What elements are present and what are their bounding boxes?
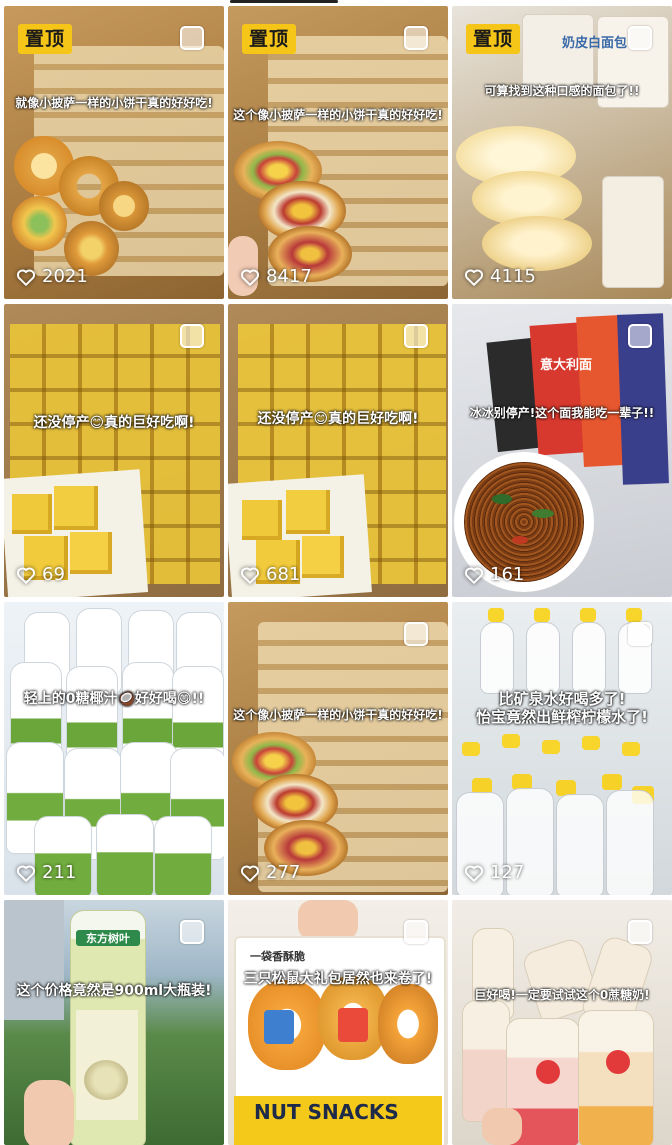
post-caption: 这个像小披萨一样的小饼干真的好好吃!	[233, 108, 443, 122]
heart-outline-icon	[464, 865, 484, 882]
post-card[interactable]: 意大利面 冰冰别停产!这个面我能吃一辈子!! 161	[452, 304, 672, 597]
heart-outline-icon	[240, 865, 260, 882]
post-card[interactable]: 轻上的0糖椰汁🥥好好喝😋!! 211	[4, 602, 224, 895]
product-label: 意大利面	[540, 358, 593, 373]
select-checkbox-icon[interactable]	[180, 324, 204, 348]
select-checkbox-icon[interactable]	[404, 26, 428, 50]
post-caption: 三只松鼠大礼包居然也来卷了!	[243, 971, 433, 987]
post-caption: 就像小披萨一样的小饼干真的好好吃!	[15, 96, 213, 110]
like-count[interactable]: 277	[240, 862, 300, 883]
post-card[interactable]: 东方树叶 这个价格竟然是900ml大瓶装!	[4, 900, 224, 1145]
post-caption: 这个价格竟然是900ml大瓶装!	[16, 983, 212, 999]
select-checkbox-icon[interactable]	[628, 920, 652, 944]
select-checkbox-icon[interactable]	[628, 622, 652, 646]
post-card[interactable]: 置顶 就像小披萨一样的小饼干真的好好吃! 2021	[4, 6, 224, 299]
like-count-value: 127	[490, 862, 525, 883]
post-card[interactable]: 还没停产😊真的巨好吃啊! 681	[228, 304, 448, 597]
pinned-badge: 置顶	[242, 24, 297, 54]
heart-outline-icon	[16, 865, 36, 882]
product-label: NUT SNACKS	[254, 1100, 399, 1124]
like-count[interactable]: 4115	[464, 266, 536, 287]
post-grid: 置顶 就像小披萨一样的小饼干真的好好吃! 2021 置顶 这个像小披萨一样的小饼…	[0, 6, 672, 1145]
post-card[interactable]: 比矿泉水好喝多了! 怡宝竟然出鲜榨柠檬水了! 127	[452, 602, 672, 895]
post-caption: 可算找到这种口感的面包了!!	[484, 84, 640, 98]
select-checkbox-icon[interactable]	[180, 920, 204, 944]
like-count[interactable]: 161	[464, 564, 524, 585]
like-count[interactable]: 8417	[240, 266, 312, 287]
post-caption: 巨好喝!一定要试试这个0蔗糖奶!	[474, 988, 650, 1002]
heart-outline-icon	[240, 269, 260, 286]
post-caption: 冰冰别停产!这个面我能吃一辈子!!	[469, 406, 655, 420]
select-checkbox-icon[interactable]	[180, 26, 204, 50]
like-count-value: 69	[42, 564, 65, 585]
product-label-secondary: 一袋香酥脆	[250, 950, 305, 963]
post-card[interactable]: 奶皮白面包 置顶 可算找到这种口感的面包了!! 4115	[452, 6, 672, 299]
like-count[interactable]: 2021	[16, 266, 88, 287]
like-count-value: 8417	[266, 266, 312, 287]
heart-outline-icon	[464, 567, 484, 584]
like-count-value: 161	[490, 564, 525, 585]
product-label: 奶皮白面包	[562, 36, 628, 51]
post-card[interactable]: NUT SNACKS 一袋香酥脆 三只松鼠大礼包居然也来卷了!	[228, 900, 448, 1145]
like-count-value: 211	[42, 862, 77, 883]
post-caption: 轻上的0糖椰汁🥥好好喝😋!!	[23, 691, 205, 707]
pinned-badge: 置顶	[18, 24, 73, 54]
post-caption-line2: 怡宝竟然出鲜榨柠檬水了!	[476, 708, 648, 726]
like-count[interactable]: 127	[464, 862, 524, 883]
post-caption: 还没停产😊真的巨好吃啊!	[257, 411, 419, 427]
like-count-value: 681	[266, 564, 301, 585]
post-card[interactable]: 还没停产😊真的巨好吃啊! 69	[4, 304, 224, 597]
like-count[interactable]: 211	[16, 862, 76, 883]
heart-outline-icon	[16, 269, 36, 286]
like-count-value: 277	[266, 862, 301, 883]
select-checkbox-icon[interactable]	[628, 26, 652, 50]
like-count-value: 4115	[490, 266, 536, 287]
post-caption: 这个像小披萨一样的小饼干真的好好吃!	[233, 708, 443, 722]
select-checkbox-icon[interactable]	[404, 920, 428, 944]
heart-outline-icon	[16, 567, 36, 584]
like-count[interactable]: 69	[16, 564, 65, 585]
select-checkbox-icon[interactable]	[404, 324, 428, 348]
like-count[interactable]: 681	[240, 564, 300, 585]
select-checkbox-icon[interactable]	[628, 324, 652, 348]
heart-outline-icon	[464, 269, 484, 286]
product-label: 东方树叶	[76, 930, 140, 946]
post-card[interactable]: 置顶 这个像小披萨一样的小饼干真的好好吃! 8417	[228, 6, 448, 299]
post-card[interactable]: 巨好喝!一定要试试这个0蔗糖奶!	[452, 900, 672, 1145]
post-card[interactable]: 这个像小披萨一样的小饼干真的好好吃! 277	[228, 602, 448, 895]
tab-indicator	[230, 0, 338, 3]
post-caption: 还没停产😊真的巨好吃啊!	[33, 415, 195, 431]
select-checkbox-icon[interactable]	[404, 622, 428, 646]
pinned-badge: 置顶	[466, 24, 521, 54]
like-count-value: 2021	[42, 266, 88, 287]
heart-outline-icon	[240, 567, 260, 584]
